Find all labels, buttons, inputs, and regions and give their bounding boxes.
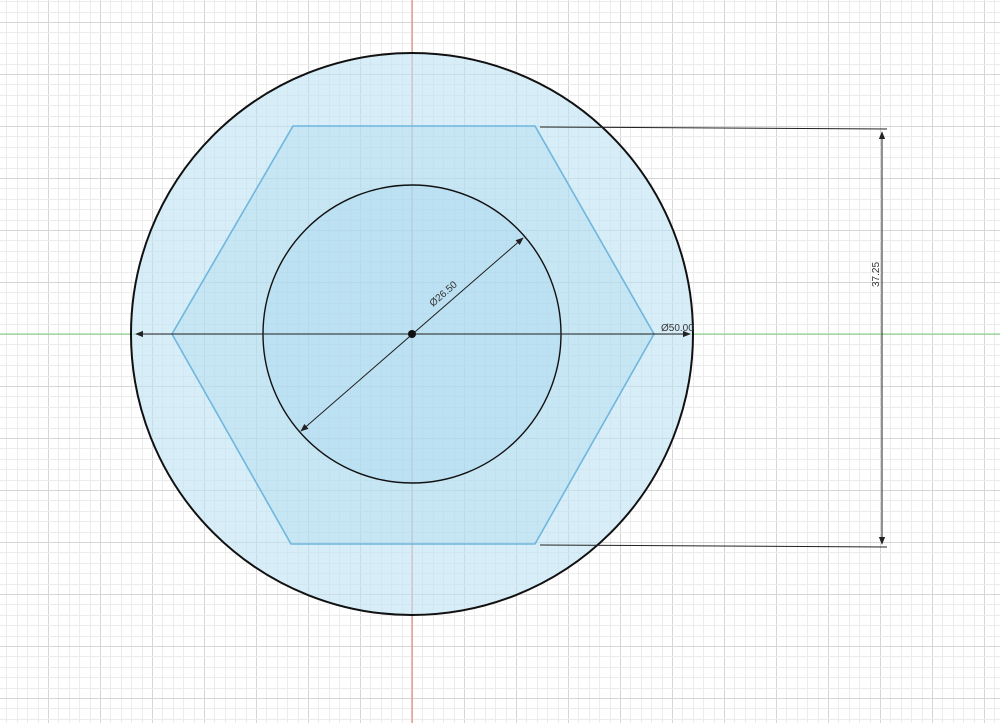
hexagon-height-label[interactable]: 37.25 xyxy=(871,262,882,287)
sketch-canvas[interactable]: Ø50.00 Ø26.50 37.25 xyxy=(0,0,1000,723)
origin-point[interactable] xyxy=(408,330,416,338)
outer-diameter-label[interactable]: Ø50.00 xyxy=(661,323,694,334)
